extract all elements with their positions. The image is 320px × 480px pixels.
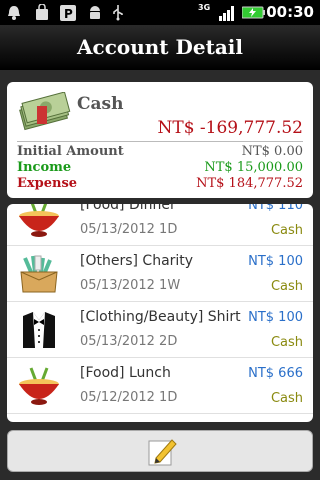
content-area: Cash NT$ -169,777.52 Initial Amount NT$ … xyxy=(0,70,320,480)
bell-icon xyxy=(8,6,20,20)
list-item[interactable]: [Clothing/Beauty] Shirt NT$ 100 05/13/20… xyxy=(7,302,313,358)
initial-amount-value: NT$ 0.00 xyxy=(241,144,303,159)
transaction-category: [Others] Charity xyxy=(80,253,194,269)
transaction-account: Cash xyxy=(270,335,303,350)
transaction-account: Cash xyxy=(270,391,303,406)
transaction-date: 05/13/2012 2D xyxy=(80,334,178,349)
transaction-category: [Food] Dinner xyxy=(80,204,176,213)
transaction-amount: NT$ 110 xyxy=(248,204,303,213)
transaction-category: [Food] Lunch xyxy=(80,365,171,381)
transaction-date: 05/13/2012 1D xyxy=(80,222,178,237)
income-label: Income xyxy=(17,160,72,175)
clock: 00:30 xyxy=(266,3,314,21)
transaction-account: Cash xyxy=(270,223,303,238)
page-title: Account Detail xyxy=(77,35,243,59)
account-balance: NT$ -169,777.52 xyxy=(157,118,303,138)
charity-box-icon xyxy=(20,255,58,293)
transaction-amount: NT$ 666 xyxy=(248,366,303,381)
food-bowl-icon xyxy=(19,367,59,405)
tuxedo-shirt-icon xyxy=(23,312,55,348)
bag-icon xyxy=(36,4,48,20)
income-row: Income NT$ 15,000.00 xyxy=(17,160,303,176)
initial-amount-row: Initial Amount NT$ 0.00 xyxy=(17,144,303,160)
expense-row: Expense NT$ 184,777.52 xyxy=(17,176,303,192)
svg-text:P: P xyxy=(64,7,73,21)
transaction-amount: NT$ 100 xyxy=(248,310,303,325)
transaction-account: Cash xyxy=(270,279,303,294)
bottom-action-bar xyxy=(7,430,313,472)
income-value: NT$ 15,000.00 xyxy=(204,160,303,175)
divider xyxy=(17,141,303,142)
android-icon xyxy=(90,6,100,19)
initial-amount-label: Initial Amount xyxy=(17,144,124,159)
network-type: 3G xyxy=(198,3,211,12)
transaction-list[interactable]: [Food] Dinner NT$ 110 05/13/2012 1D Cash… xyxy=(7,204,313,422)
list-item[interactable]: [Food] Dinner NT$ 110 05/13/2012 1D Cash xyxy=(7,204,313,246)
status-bar: P 3G 00:30 xyxy=(0,0,320,25)
title-bar: Account Detail xyxy=(0,25,320,70)
battery-icon xyxy=(242,6,265,19)
account-name: Cash xyxy=(77,94,124,114)
list-item[interactable]: [Food] Lunch NT$ 666 05/12/2012 1D Cash xyxy=(7,358,313,414)
transaction-amount: NT$ 100 xyxy=(248,254,303,269)
p-app-icon: P xyxy=(60,5,76,21)
account-summary-card: Cash NT$ -169,777.52 Initial Amount NT$ … xyxy=(7,82,313,198)
usb-icon xyxy=(113,5,123,21)
list-item[interactable]: [Others] Charity NT$ 100 05/13/2012 1W C… xyxy=(7,246,313,302)
edit-pencil-icon[interactable] xyxy=(146,436,178,468)
transaction-category: [Clothing/Beauty] Shirt xyxy=(80,309,241,325)
expense-label: Expense xyxy=(17,176,78,191)
transaction-date: 05/12/2012 1D xyxy=(80,390,178,405)
cash-money-icon xyxy=(19,92,71,131)
expense-value: NT$ 184,777.52 xyxy=(196,176,303,191)
transaction-date: 05/13/2012 1W xyxy=(80,278,181,293)
food-bowl-icon xyxy=(19,204,59,237)
signal-icon xyxy=(219,6,234,21)
